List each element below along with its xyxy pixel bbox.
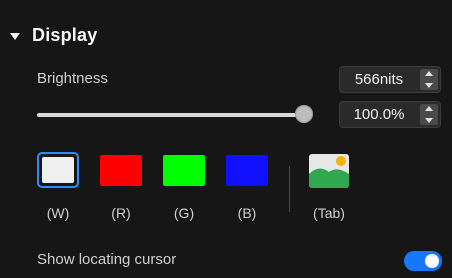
nits-increment-icon[interactable] — [420, 69, 438, 79]
show-locating-cursor-toggle[interactable] — [404, 251, 442, 271]
swatch-label-white: (W) — [46, 205, 70, 221]
show-locating-cursor-label: Show locating cursor — [37, 251, 177, 268]
nits-spin-buttons[interactable] — [420, 69, 438, 90]
nits-decrement-icon[interactable] — [420, 80, 438, 90]
nits-value[interactable]: 566nits — [340, 67, 418, 92]
brightness-label: Brightness — [37, 70, 108, 87]
nits-spinbox[interactable]: 566nits — [339, 66, 441, 93]
swatch-red-fill — [100, 155, 142, 186]
swatch-blue[interactable] — [226, 152, 268, 188]
swatch-red[interactable] — [100, 152, 142, 188]
swatch-label-blue: (B) — [237, 205, 257, 221]
percent-decrement-icon[interactable] — [420, 115, 438, 125]
percent-spinbox[interactable]: 100.0% — [339, 101, 441, 128]
swatch-label-green: (G) — [173, 205, 195, 221]
swatch-divider — [289, 166, 290, 212]
percent-increment-icon[interactable] — [420, 104, 438, 114]
slider-track[interactable] — [37, 113, 304, 117]
slider-thumb[interactable] — [295, 105, 313, 123]
percent-value[interactable]: 100.0% — [340, 102, 418, 127]
swatch-white-fill — [42, 157, 74, 183]
toggle-knob[interactable] — [425, 254, 439, 268]
swatch-green[interactable] — [163, 152, 205, 188]
caret-down-icon[interactable] — [10, 32, 20, 40]
swatch-white[interactable] — [37, 152, 79, 188]
brightness-slider[interactable] — [37, 105, 313, 125]
display-panel: Display Brightness 566nits 100.0% (W) (R… — [0, 0, 452, 278]
image-icon[interactable] — [309, 154, 349, 188]
percent-spin-buttons[interactable] — [420, 104, 438, 125]
tab-label: (Tab) — [313, 205, 345, 221]
section-title: Display — [32, 24, 98, 45]
swatch-blue-fill — [226, 155, 268, 186]
swatch-green-fill — [163, 155, 205, 186]
section-header[interactable]: Display — [10, 24, 97, 46]
swatch-label-red: (R) — [111, 205, 131, 221]
